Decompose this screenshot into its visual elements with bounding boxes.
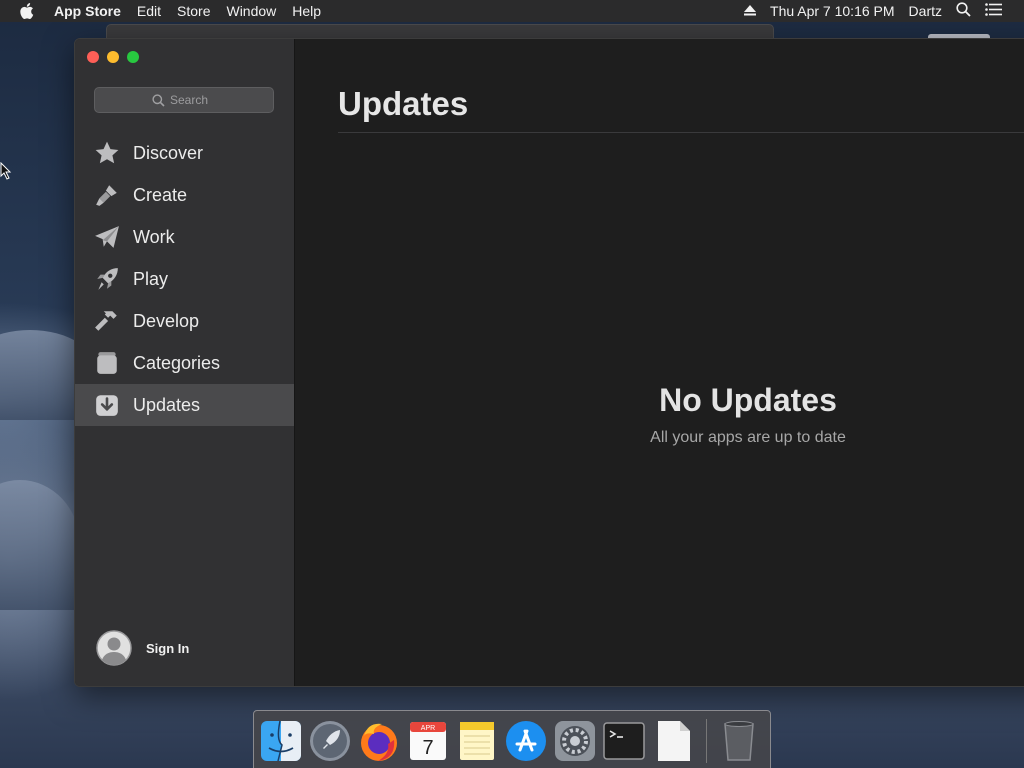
sidebar-item-label: Discover xyxy=(133,142,204,163)
search-icon xyxy=(152,93,165,107)
spotlight-search-icon[interactable] xyxy=(956,2,971,20)
menu-app-name[interactable]: App Store xyxy=(54,3,121,19)
menu-clock[interactable]: Thu Apr 7 10:16 PM xyxy=(770,3,895,19)
menu-bar: App Store Edit Store Window Help Thu Apr… xyxy=(0,0,1024,22)
title-divider xyxy=(338,132,1024,133)
sidebar-item-develop[interactable]: Develop xyxy=(75,300,294,342)
trash-icon[interactable] xyxy=(717,719,761,763)
sidebar-item-label: Work xyxy=(133,226,175,247)
brush-icon xyxy=(94,182,120,208)
empty-state: No Updates All your apps are up to date xyxy=(295,382,1024,447)
sidebar-item-label: Create xyxy=(133,184,188,205)
stack-icon xyxy=(94,350,120,376)
sidebar-item-discover[interactable]: Discover xyxy=(75,132,294,174)
sidebar-item-label: Categories xyxy=(133,352,221,373)
sign-in-label: Sign In xyxy=(146,640,190,656)
terminal-icon[interactable] xyxy=(602,719,646,763)
system-preferences-icon[interactable] xyxy=(553,719,597,763)
sidebar-item-label: Play xyxy=(133,268,169,289)
sidebar-item-label: Develop xyxy=(133,310,200,331)
calendar-month: APR xyxy=(421,725,435,732)
search-field[interactable] xyxy=(94,87,274,113)
sidebar-item-updates[interactable]: Updates xyxy=(75,384,294,426)
sidebar: Discover Create Work Play xyxy=(75,39,295,686)
menu-store[interactable]: Store xyxy=(177,3,210,19)
sidebar-item-categories[interactable]: Categories xyxy=(75,342,294,384)
avatar-icon xyxy=(96,630,132,666)
launchpad-icon[interactable] xyxy=(308,719,352,763)
sidebar-item-create[interactable]: Create xyxy=(75,174,294,216)
rocket-icon xyxy=(94,266,120,292)
sidebar-nav: Discover Create Work Play Develop Catego… xyxy=(75,132,294,426)
close-button[interactable] xyxy=(87,51,99,63)
empty-state-title: No Updates xyxy=(659,382,837,418)
download-icon xyxy=(94,392,120,418)
main-content: Updates No Updates All your apps are up … xyxy=(295,39,1024,686)
search-input[interactable] xyxy=(170,93,216,107)
calendar-day: 7 xyxy=(422,737,433,759)
finder-icon[interactable] xyxy=(259,719,303,763)
window-controls xyxy=(87,51,147,63)
sidebar-item-label: Updates xyxy=(133,394,201,415)
apple-menu-icon[interactable] xyxy=(20,0,36,22)
document-icon[interactable] xyxy=(651,719,695,763)
calendar-icon[interactable]: APR 7 xyxy=(406,719,450,763)
zoom-button[interactable] xyxy=(127,51,139,63)
menu-help[interactable]: Help xyxy=(292,3,321,19)
menu-window[interactable]: Window xyxy=(226,3,276,19)
sign-in-button[interactable]: Sign In xyxy=(96,630,189,666)
dock: APR 7 xyxy=(253,710,771,768)
mouse-cursor-icon xyxy=(0,161,12,185)
notes-icon[interactable] xyxy=(455,719,499,763)
sidebar-item-work[interactable]: Work xyxy=(75,216,294,258)
empty-state-subtitle: All your apps are up to date xyxy=(650,429,846,446)
dock-separator xyxy=(706,719,707,763)
menu-edit[interactable]: Edit xyxy=(137,3,161,19)
notification-center-icon[interactable] xyxy=(985,3,1002,19)
page-title: Updates xyxy=(338,85,469,122)
minimize-button[interactable] xyxy=(107,51,119,63)
wallpaper-dune xyxy=(0,480,80,610)
firefox-icon[interactable] xyxy=(357,719,401,763)
sidebar-item-play[interactable]: Play xyxy=(75,258,294,300)
eject-icon[interactable] xyxy=(744,3,757,19)
paper-plane-icon xyxy=(94,224,120,250)
app-store-icon[interactable] xyxy=(504,719,548,763)
star-icon xyxy=(94,140,120,166)
app-store-window: Discover Create Work Play xyxy=(74,38,1024,687)
menu-user[interactable]: Dartz xyxy=(909,3,942,19)
hammer-icon xyxy=(94,308,120,334)
